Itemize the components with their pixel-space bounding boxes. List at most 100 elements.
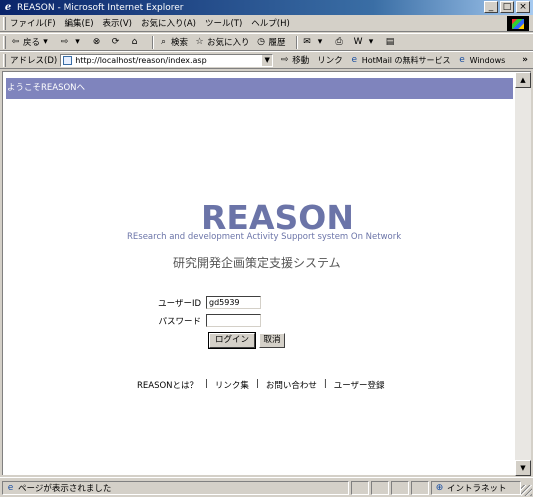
standard-toolbar: ⇦ 戻る ▾ ⇨ ▾ ⊗ ⟳ ⌂ ⌕ 検索 ☆ お気に入り ◷ 履歴 ✉ ▾ ⎙… bbox=[0, 33, 533, 51]
toolbar-separator bbox=[152, 35, 155, 49]
status-bar: e ページが表示されました ⊕ イントラネット bbox=[0, 477, 533, 497]
link-windows[interactable]: e Windows bbox=[457, 54, 506, 66]
password-label: パスワード bbox=[158, 316, 201, 327]
user-id-label: ユーザーID bbox=[158, 298, 201, 309]
links-label[interactable]: リンク bbox=[317, 54, 343, 66]
go-label: 移動 bbox=[292, 56, 310, 66]
scroll-up-icon[interactable]: ▲ bbox=[515, 72, 531, 88]
menu-help[interactable]: ヘルプ(H) bbox=[251, 17, 290, 29]
search-label: 検索 bbox=[171, 38, 189, 48]
toolbar-separator bbox=[295, 35, 298, 49]
link-windows-label: Windows bbox=[469, 55, 506, 65]
favorites-button[interactable]: ☆ お気に入り bbox=[194, 36, 250, 49]
link-user-registration[interactable]: ユーザー登録 bbox=[334, 379, 385, 391]
footer-separator: | bbox=[205, 379, 208, 389]
ie-page-icon: e bbox=[459, 54, 465, 65]
refresh-button[interactable]: ⟳ bbox=[110, 37, 123, 48]
print-button[interactable]: ⎙ bbox=[334, 37, 347, 48]
favorites-icon: ☆ bbox=[195, 36, 204, 47]
menu-edit[interactable]: 編集(E) bbox=[65, 17, 94, 29]
back-arrow-icon: ⇦ bbox=[11, 36, 20, 47]
logo-tagline: REsearch and development Activity Suppor… bbox=[127, 232, 402, 242]
windows-flag-icon bbox=[507, 16, 529, 31]
forward-button[interactable]: ⇨ ▾ bbox=[59, 37, 85, 48]
window-title: REASON - Microsoft Internet Explorer bbox=[17, 2, 184, 13]
menu-bar: ファイル(F) 編集(E) 表示(V) お気に入り(A) ツール(T) ヘルプ(… bbox=[0, 15, 533, 32]
discuss-icon: ▤ bbox=[385, 36, 395, 47]
system-subtitle: 研究開発企画策定支援システム bbox=[173, 256, 341, 270]
print-icon: ⎙ bbox=[335, 36, 343, 47]
home-icon: ⌂ bbox=[131, 36, 138, 47]
back-button[interactable]: ⇦ 戻る ▾ bbox=[10, 36, 53, 49]
scroll-down-icon[interactable]: ▼ bbox=[515, 460, 531, 476]
page-header: ようこそREASONへ bbox=[6, 78, 513, 99]
security-zone: ⊕ イントラネット bbox=[431, 481, 521, 495]
resize-grip-icon[interactable] bbox=[521, 485, 532, 496]
menu-favorites[interactable]: お気に入り(A) bbox=[141, 17, 196, 29]
address-dropdown-icon[interactable]: ▼ bbox=[261, 54, 273, 66]
word-edit-icon: W bbox=[353, 36, 363, 47]
status-cell bbox=[351, 481, 369, 495]
favorites-label: お気に入り bbox=[207, 38, 250, 48]
go-button[interactable]: ⇨ 移動 bbox=[279, 54, 310, 67]
stop-icon: ⊗ bbox=[92, 36, 101, 47]
history-button[interactable]: ◷ 履歴 bbox=[256, 36, 286, 49]
page-icon bbox=[63, 55, 73, 65]
status-cell bbox=[391, 481, 409, 495]
status-cell bbox=[371, 481, 389, 495]
mail-icon: ✉ bbox=[303, 36, 311, 47]
ie-page-icon: e bbox=[351, 54, 357, 65]
close-button[interactable]: × bbox=[516, 1, 530, 13]
history-label: 履歴 bbox=[268, 38, 286, 48]
footer-links: REASONとは？ | リンク集 | お問い合わせ | ユーザー登録 bbox=[133, 379, 389, 391]
home-button[interactable]: ⌂ bbox=[129, 37, 142, 48]
search-button[interactable]: ⌕ 検索 bbox=[158, 36, 189, 49]
menu-tools[interactable]: ツール(T) bbox=[205, 17, 242, 29]
intranet-icon: ⊕ bbox=[435, 482, 444, 493]
edit-button[interactable]: W ▾ bbox=[353, 37, 379, 48]
minimize-button[interactable]: _ bbox=[484, 1, 498, 13]
link-links[interactable]: リンク集 bbox=[215, 379, 249, 391]
refresh-icon: ⟳ bbox=[111, 36, 120, 47]
menubar-grip bbox=[3, 16, 6, 30]
back-label: 戻る bbox=[23, 38, 41, 48]
address-bar: アドレス(D) http://localhost/reason/index.as… bbox=[0, 51, 533, 69]
login-button[interactable]: ログイン bbox=[208, 332, 256, 349]
link-contact[interactable]: お問い合わせ bbox=[266, 379, 317, 391]
dropdown-arrow-icon: ▾ bbox=[317, 36, 323, 47]
forward-arrow-icon: ⇨ bbox=[60, 36, 69, 47]
go-arrow-icon: ⇨ bbox=[280, 54, 289, 65]
discuss-button[interactable]: ▤ bbox=[385, 37, 398, 48]
password-row: パスワード bbox=[153, 314, 261, 327]
toolbar-grip bbox=[3, 35, 6, 49]
status-cell bbox=[411, 481, 429, 495]
footer-separator: | bbox=[255, 379, 259, 389]
status-text: ページが表示されました bbox=[18, 484, 112, 494]
cancel-button[interactable]: 取消 bbox=[259, 333, 285, 348]
address-label: アドレス(D) bbox=[10, 56, 58, 66]
zone-text: イントラネット bbox=[447, 484, 507, 494]
search-icon: ⌕ bbox=[160, 36, 167, 47]
dropdown-arrow-icon: ▾ bbox=[368, 36, 374, 47]
window-controls: _ □ × bbox=[484, 1, 530, 13]
history-icon: ◷ bbox=[257, 36, 265, 47]
title-bar: e REASON - Microsoft Internet Explorer _… bbox=[0, 0, 533, 15]
mail-button[interactable]: ✉ ▾ bbox=[302, 37, 328, 48]
menu-view[interactable]: 表示(V) bbox=[103, 17, 132, 29]
link-about-reason[interactable]: REASONとは？ bbox=[137, 379, 198, 391]
vertical-scrollbar[interactable]: ▲ ▼ bbox=[515, 71, 531, 476]
link-hotmail-label: HotMail の無料サービス bbox=[361, 55, 451, 65]
address-url: http://localhost/reason/index.asp bbox=[75, 55, 207, 65]
browser-window: e REASON - Microsoft Internet Explorer _… bbox=[0, 0, 533, 497]
maximize-button[interactable]: □ bbox=[500, 1, 514, 13]
ie-page-icon: e bbox=[7, 482, 14, 493]
ie-logo-icon: e bbox=[4, 1, 12, 13]
status-message: e ページが表示されました bbox=[2, 481, 349, 495]
menu-file[interactable]: ファイル(F) bbox=[10, 17, 56, 29]
link-hotmail[interactable]: e HotMail の無料サービス bbox=[349, 54, 451, 66]
user-id-input[interactable] bbox=[206, 296, 261, 309]
password-input[interactable] bbox=[206, 314, 261, 327]
stop-button[interactable]: ⊗ bbox=[91, 37, 104, 48]
more-links-icon[interactable]: » bbox=[522, 55, 528, 65]
address-input[interactable]: http://localhost/reason/index.asp ▼ bbox=[60, 53, 274, 67]
